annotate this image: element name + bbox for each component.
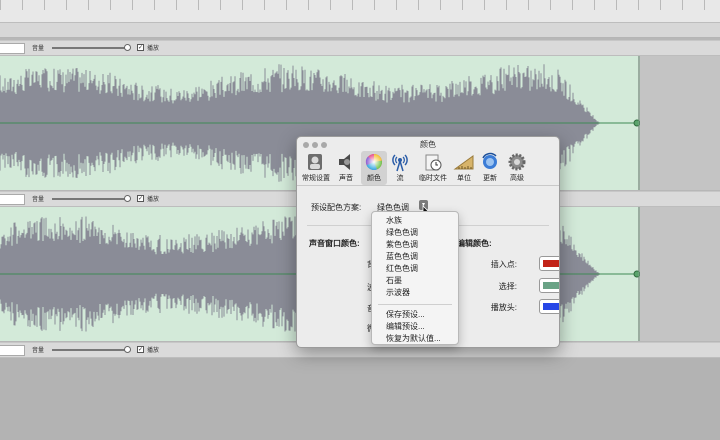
broadcast-antenna-icon [392,154,408,172]
menu-item-scheme[interactable]: 水族 [386,215,402,226]
preferences-toolbar: 常规设置 声音 颜色 流 临时文件 单位 更新 高级 [297,151,559,186]
menu-item-scheme[interactable]: 蓝色色调 [386,251,418,262]
tab-stream[interactable]: 流 [387,151,413,185]
track-2-empty-area [640,207,720,341]
menu-item-scheme[interactable]: 示波器 [386,287,410,298]
track-2-play-label: 播放 [147,197,160,203]
empty-track-area [0,358,720,440]
track-2-volume-knob[interactable] [124,195,131,202]
track-2-name-field[interactable] [0,194,25,205]
playhead-label: 播放头: [490,303,517,312]
track-1-play-checkbox[interactable]: ✓ [137,44,144,51]
menu-item-scheme[interactable]: 绿色色调 [386,227,418,238]
insertion-point-row: 插入点: [477,256,533,271]
menu-item-scheme[interactable]: 石墨 [386,275,402,286]
sound-window-colors-label: 声音窗口颜色: [309,239,360,248]
track-2-volume-label: 音量 [32,197,45,203]
tab-general[interactable]: 常规设置 [302,151,330,185]
preset-scheme-menu: 水族 绿色色调 紫色色调 蓝色色调 红色色调 石墨 示波器 保存预设... 编辑… [371,211,459,345]
tab-advanced-label: 高级 [510,175,524,182]
track-2-volume-slider[interactable] [52,198,128,200]
track-1-volume-label: 音量 [32,46,45,52]
track-2-play-checkbox[interactable]: ✓ [137,195,144,202]
menu-item-edit-preset[interactable]: 编辑预设... [386,321,425,332]
tab-sound-label: 声音 [339,175,353,182]
selection-label: 选择: [498,282,517,291]
track-3-volume-knob[interactable] [124,346,131,353]
playhead-color-well[interactable] [539,299,559,314]
menu-item-scheme[interactable]: 紫色色调 [386,239,418,250]
selection-row: 选择: [477,278,533,293]
menu-divider [378,304,452,305]
tab-units-label: 单位 [457,175,471,182]
tab-advanced[interactable]: 高级 [504,151,530,185]
track-3-volume-label: 音量 [32,348,45,354]
playhead-color-fill [543,303,559,310]
playhead-row: 播放头: [477,299,533,314]
track-1-play-label: 播放 [147,46,160,52]
menu-item-restore-defaults[interactable]: 恢复为默认值... [386,333,441,344]
tab-temp-files[interactable]: 临时文件 [417,151,449,185]
timeline-header [0,23,720,38]
tab-sound[interactable]: 声音 [333,151,359,185]
tab-stream-label: 流 [396,175,404,182]
track-1-name-field[interactable] [0,43,25,54]
tab-temp-files-label: 临时文件 [419,175,447,182]
speaker-icon [339,154,350,170]
menu-item-save-preset[interactable]: 保存预设... [386,309,425,320]
tab-units[interactable]: 单位 [451,151,477,185]
person-silhouette-icon [308,154,322,170]
track-1-volume-knob[interactable] [124,44,131,51]
insertion-point-color-fill [543,260,559,267]
dialog-titlebar: 颜色 [297,137,559,151]
insertion-point-color-well[interactable] [539,256,559,271]
track-3-play-checkbox[interactable]: ✓ [137,346,144,353]
tab-colors-label: 颜色 [367,175,381,182]
track-3-play-label: 播放 [147,348,160,354]
track-3-name-field[interactable] [0,345,25,356]
timeline-ruler [0,0,720,23]
menu-item-scheme[interactable]: 红色色调 [386,263,418,274]
track-1-controls: 音量 ✓ 播放 [0,40,720,56]
track-3-volume-slider[interactable] [52,349,128,351]
insertion-point-label: 插入点: [490,260,517,269]
track-1-volume-slider[interactable] [52,47,128,49]
selection-color-fill [543,282,559,289]
clock-document-icon [425,154,442,171]
dialog-title: 颜色 [420,140,436,149]
tab-colors[interactable]: 颜色 [361,151,387,185]
color-wheel-icon [365,153,383,171]
ruler-ticks [0,0,720,10]
tab-update-label: 更新 [483,175,497,182]
tab-update[interactable]: 更新 [477,151,503,185]
edit-colors-label: 编辑颜色: [457,239,492,248]
gear-icon [508,153,526,171]
ruler-icon [453,155,474,170]
preset-scheme-label: 预设配色方案: [311,203,362,212]
selection-color-well[interactable] [539,278,559,293]
track-1-empty-area [640,56,720,190]
tab-general-label: 常规设置 [302,175,330,182]
refresh-globe-icon [482,152,497,169]
